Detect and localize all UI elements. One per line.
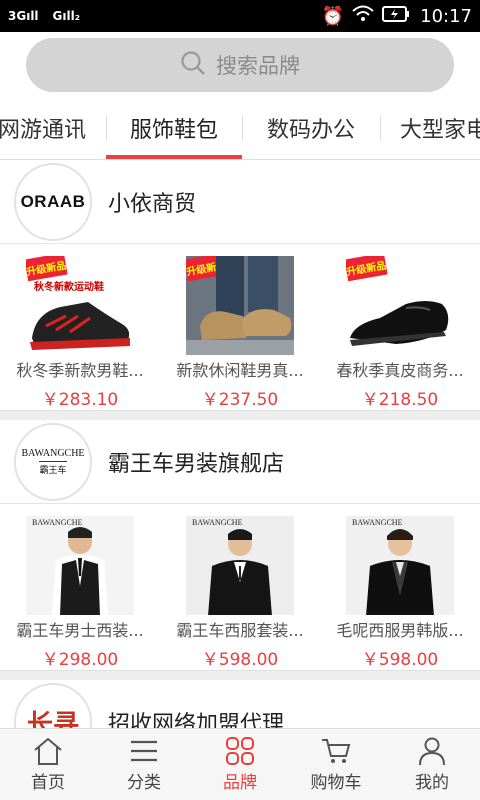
product-image: BAWANGCHE <box>346 516 454 616</box>
section-divider <box>0 410 480 420</box>
tab-mine[interactable]: 我的 <box>384 729 480 800</box>
casual-shoe-icon <box>186 256 294 356</box>
tab-cart[interactable]: 购物车 <box>288 729 384 800</box>
section-divider <box>0 670 480 680</box>
product-price: ￥237.50 <box>201 390 279 410</box>
tab-home[interactable]: 首页 <box>0 729 96 800</box>
signal-g: Gıll₂ <box>52 9 81 23</box>
search-placeholder: 搜索品牌 <box>216 54 300 78</box>
product-price: ￥298.00 <box>41 650 119 670</box>
tab-home-label: 首页 <box>31 773 65 793</box>
sneaker-icon <box>30 302 130 350</box>
tab-category-label: 分类 <box>127 773 161 793</box>
product-card[interactable]: BAWANGCHE 毛呢西服男韩版... ￥598.00 <box>320 504 480 670</box>
product-price: ￥283.10 <box>41 390 119 410</box>
product-image: BAWANGCHE <box>186 516 294 616</box>
user-icon <box>419 737 445 766</box>
clock: 10:17 <box>420 5 472 27</box>
signal-3g: 3Gıll <box>8 9 39 23</box>
product-card[interactable]: 升级新品 新款休闲鞋男真... ￥237.50 <box>160 244 320 410</box>
product-name: 春秋季真皮商务... <box>336 361 464 381</box>
signal-indicators: 3Gıll Gıll₂ <box>8 9 80 23</box>
tab-brand-label: 品牌 <box>223 773 257 793</box>
battery-icon <box>382 5 410 27</box>
search-icon <box>180 50 206 81</box>
wool-coat-icon <box>366 529 434 616</box>
tab-digital-office[interactable]: 数码办公 <box>242 98 380 159</box>
product-card[interactable]: 升级新品 秋冬新款运动鞋 秋冬季新款男鞋... ￥283.10 <box>0 244 160 410</box>
cart-icon <box>322 739 351 763</box>
product-name: 霸王车男士西装... <box>16 621 144 641</box>
product-price: ￥598.00 <box>201 650 279 670</box>
tab-category[interactable]: 分类 <box>96 729 192 800</box>
product-card[interactable]: BAWANGCHE 霸王车西服套装... ￥598.00 <box>160 504 320 670</box>
tab-cart-label: 购物车 <box>310 773 362 793</box>
black-suit-icon <box>208 529 272 616</box>
bottom-tab-bar: 首页 分类 品牌 购物车 我的 <box>0 728 480 800</box>
product-image: 升级新品 <box>346 256 454 355</box>
home-icon <box>34 737 62 765</box>
product-row: BAWANGCHE 霸王车男士西装... ￥298.00 BAWANGCHE 霸… <box>0 504 480 670</box>
status-bar: 3Gıll Gıll₂ ⏰ 10:17 <box>0 0 480 32</box>
search-input[interactable]: 搜索品牌 <box>26 38 454 92</box>
search-area: 搜索品牌 <box>0 32 480 98</box>
store-header[interactable]: ORAAB 小依商贸 <box>0 160 480 244</box>
store-logo: ORAAB <box>14 162 92 241</box>
tab-brand[interactable]: 品牌 <box>192 729 288 800</box>
product-card[interactable]: BAWANGCHE 霸王车男士西装... ￥298.00 <box>0 504 160 670</box>
store-header[interactable]: BAWANGCHE 霸王车 霸王车男装旗舰店 <box>0 420 480 504</box>
dress-shoe-icon <box>350 301 449 346</box>
product-image: 升级新品 <box>186 256 294 356</box>
product-name: 霸王车西服套装... <box>176 621 304 641</box>
tab-online-games[interactable]: 网游通讯 <box>0 98 106 159</box>
store-name: 小依商贸 <box>108 191 197 217</box>
product-price: ￥598.00 <box>361 650 439 670</box>
vest-suit-icon <box>52 527 108 616</box>
product-image: 升级新品 秋冬新款运动鞋 <box>26 256 134 355</box>
product-price: ￥218.50 <box>361 390 439 410</box>
list-icon <box>131 740 157 762</box>
new-badge: 升级新品 <box>346 256 388 282</box>
product-row: 升级新品 秋冬新款运动鞋 秋冬季新款男鞋... ￥283.10 升级新品 新款休… <box>0 244 480 410</box>
product-image: BAWANGCHE <box>26 516 134 616</box>
category-tabs: 网游通讯 服饰鞋包 数码办公 大型家电 <box>0 98 480 160</box>
store-logo: BAWANGCHE 霸王车 <box>14 422 92 501</box>
grid-icon <box>226 737 254 765</box>
store-name: 霸王车男装旗舰店 <box>108 451 285 477</box>
product-card[interactable]: 升级新品 春秋季真皮商务... ￥218.50 <box>320 244 480 410</box>
alarm-icon: ⏰ <box>321 5 345 27</box>
tab-mine-label: 我的 <box>415 773 449 793</box>
tab-clothing[interactable]: 服饰鞋包 <box>106 98 242 159</box>
wifi-icon <box>352 5 374 28</box>
product-name: 秋冬季新款男鞋... <box>16 361 144 381</box>
product-name: 毛呢西服男韩版... <box>336 621 464 641</box>
product-name: 新款休闲鞋男真... <box>176 361 304 381</box>
tab-appliances[interactable]: 大型家电 <box>380 98 480 159</box>
